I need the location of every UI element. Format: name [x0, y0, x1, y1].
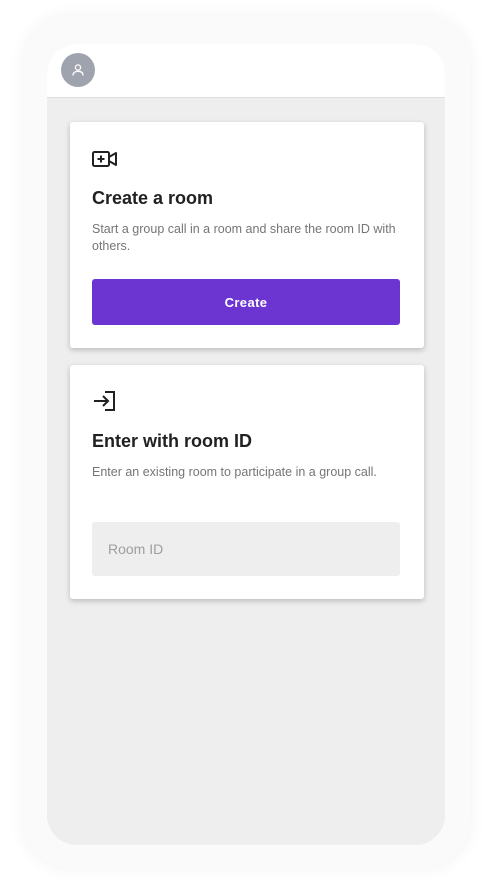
app-header: [47, 44, 445, 98]
video-add-icon: [92, 151, 117, 167]
enter-room-card: Enter with room ID Enter an existing roo…: [70, 365, 424, 599]
app-screen: Create a room Start a group call in a ro…: [47, 44, 445, 845]
person-icon: [72, 64, 84, 76]
create-button[interactable]: Create: [92, 279, 400, 325]
create-room-card: Create a room Start a group call in a ro…: [70, 122, 424, 348]
enter-room-description: Enter an existing room to participate in…: [92, 465, 377, 479]
create-room-description: Start a group call in a room and share t…: [92, 222, 396, 253]
room-id-input[interactable]: [92, 522, 400, 576]
avatar[interactable]: [61, 53, 95, 87]
login-arrow-icon: [94, 391, 115, 411]
enter-room-title: Enter with room ID: [92, 431, 253, 451]
create-room-title: Create a room: [92, 188, 214, 208]
